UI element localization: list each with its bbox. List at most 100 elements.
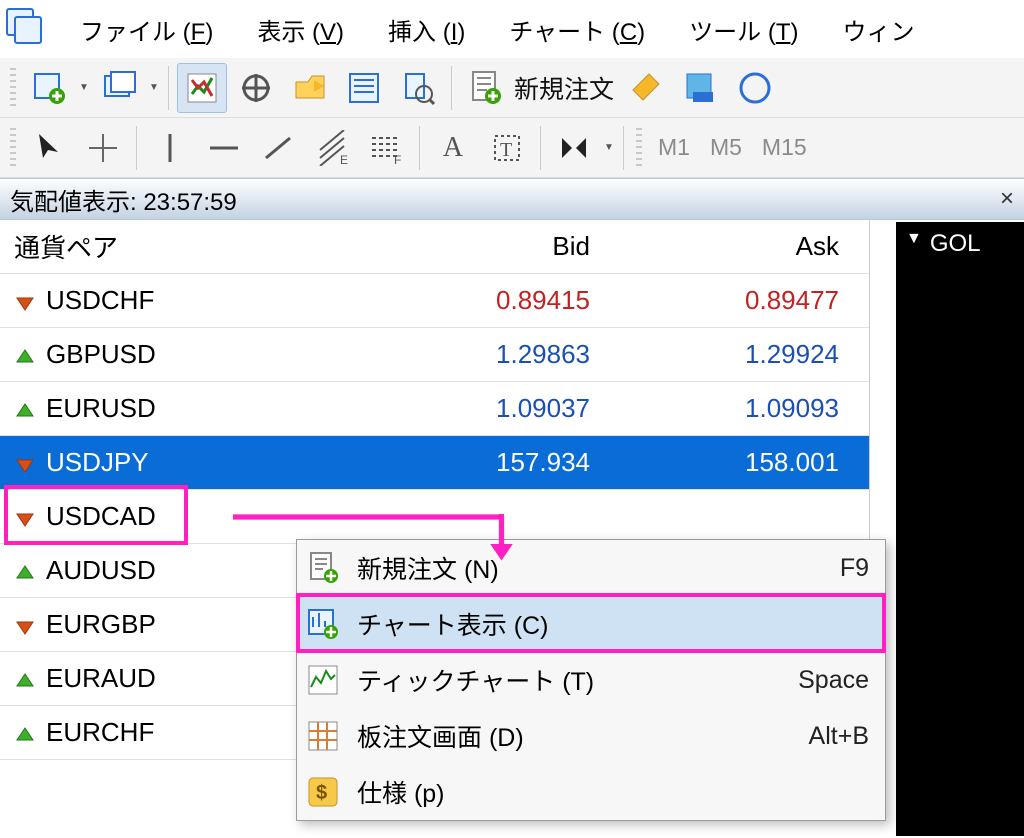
context-item-label: チャート表示 (C) bbox=[357, 606, 855, 642]
context-item-shortcut: Alt+B bbox=[809, 722, 869, 751]
autotrading-button[interactable] bbox=[676, 63, 726, 113]
new-chart-button[interactable] bbox=[24, 63, 74, 113]
new-order-button[interactable] bbox=[460, 63, 510, 113]
equidistant-channel-button[interactable]: E bbox=[307, 123, 357, 173]
new-order-label[interactable]: 新規注文 bbox=[512, 70, 620, 106]
market-watch-header: 気配値表示: 23:57:59 × bbox=[0, 178, 1024, 220]
strategy-tester-button[interactable] bbox=[393, 63, 443, 113]
symbol-label: USDCHF bbox=[46, 285, 154, 316]
symbol-label: USDJPY bbox=[46, 447, 149, 478]
toolbar-grip[interactable] bbox=[636, 128, 642, 168]
arrow-down-icon bbox=[14, 614, 36, 636]
table-row[interactable]: EURUSD 1.090371.09093 bbox=[0, 382, 869, 436]
symbol-label: EURAUD bbox=[46, 663, 156, 694]
mql-button[interactable] bbox=[730, 63, 780, 113]
arrow-up-icon bbox=[14, 560, 36, 582]
chart-panel[interactable]: ▼ GOL bbox=[896, 222, 1024, 836]
svg-text:$: $ bbox=[316, 782, 327, 804]
table-row[interactable]: USDCAD bbox=[0, 490, 869, 544]
fibonacci-button[interactable]: F bbox=[361, 123, 411, 173]
bid-value: 157.934 bbox=[360, 447, 620, 478]
arrow-up-icon bbox=[14, 722, 36, 744]
chart-plus-icon bbox=[303, 604, 343, 644]
symbol-label: EURCHF bbox=[46, 717, 154, 748]
ask-value: 158.001 bbox=[620, 447, 869, 478]
menu-view[interactable]: 表示 (V) bbox=[235, 4, 366, 55]
context-item-shortcut: F9 bbox=[840, 554, 869, 583]
context-item-label: 板注文画面 (D) bbox=[357, 718, 795, 754]
symbol-label: EURGBP bbox=[46, 609, 156, 640]
navigator-button[interactable] bbox=[285, 63, 335, 113]
symbol-label: EURUSD bbox=[46, 393, 156, 424]
chevron-down-icon: ▼ bbox=[906, 230, 922, 248]
context-menu-item[interactable]: $ 仕様 (p) bbox=[297, 764, 885, 820]
svg-text:T: T bbox=[500, 139, 512, 161]
context-menu-item[interactable]: チャート表示 (C) bbox=[297, 596, 885, 652]
text-label-button[interactable]: T bbox=[482, 123, 532, 173]
arrows-button[interactable] bbox=[549, 123, 599, 173]
arrow-up-icon bbox=[14, 398, 36, 420]
arrows-dropdown[interactable] bbox=[601, 123, 617, 173]
symbol-label: GBPUSD bbox=[46, 339, 156, 370]
dollar-icon: $ bbox=[303, 772, 343, 812]
toolbar-grip[interactable] bbox=[10, 68, 16, 108]
vertical-line-button[interactable] bbox=[145, 123, 195, 173]
arrow-down-icon bbox=[14, 506, 36, 528]
context-item-label: 仕様 (p) bbox=[357, 774, 855, 810]
metaeditor-button[interactable] bbox=[622, 63, 672, 113]
context-item-label: ティックチャート (T) bbox=[357, 662, 784, 698]
ask-value: 0.89477 bbox=[620, 285, 869, 316]
table-row[interactable]: USDJPY 157.934158.001 bbox=[0, 436, 869, 490]
timeframe-m1[interactable]: M1 bbox=[648, 134, 700, 161]
terminal-button[interactable] bbox=[339, 63, 389, 113]
symbol-label: USDCAD bbox=[46, 501, 156, 532]
context-menu-item[interactable]: 板注文画面 (D) Alt+B bbox=[297, 708, 885, 764]
trendline-button[interactable] bbox=[253, 123, 303, 173]
context-menu-item[interactable]: 新規注文 (N) F9 bbox=[297, 540, 885, 596]
header-symbol[interactable]: 通貨ペア bbox=[0, 228, 360, 265]
bid-value: 1.29863 bbox=[360, 339, 620, 370]
ask-value: 1.09093 bbox=[620, 393, 869, 424]
table-row[interactable]: GBPUSD 1.298631.29924 bbox=[0, 328, 869, 382]
text-button[interactable]: A bbox=[428, 123, 478, 173]
market-watch-toggle[interactable] bbox=[177, 63, 227, 113]
chart-tab-label: GOL bbox=[930, 230, 981, 258]
arrow-down-icon bbox=[14, 452, 36, 474]
grid-icon bbox=[303, 716, 343, 756]
menu-bar: ファイル (F) 表示 (V) 挿入 (I) チャート (C) ツール (T) … bbox=[0, 0, 1024, 58]
context-item-shortcut: Space bbox=[798, 666, 869, 695]
profiles-button[interactable] bbox=[94, 63, 144, 113]
app-icon bbox=[4, 6, 50, 52]
context-item-label: 新規注文 (N) bbox=[357, 550, 826, 586]
data-window-button[interactable] bbox=[231, 63, 281, 113]
timeframe-m15[interactable]: M15 bbox=[752, 134, 817, 161]
bid-value: 1.09037 bbox=[360, 393, 620, 424]
header-bid[interactable]: Bid bbox=[360, 231, 620, 262]
tick-icon bbox=[303, 660, 343, 700]
table-row[interactable]: USDCHF0.894150.89477 bbox=[0, 274, 869, 328]
profiles-dropdown[interactable] bbox=[146, 63, 162, 113]
symbol-label: AUDUSD bbox=[46, 555, 156, 586]
menu-window[interactable]: ウィン bbox=[821, 4, 937, 55]
doc-plus-icon bbox=[303, 548, 343, 588]
menu-insert[interactable]: 挿入 (I) bbox=[366, 4, 487, 55]
context-menu: 新規注文 (N)F9チャート表示 (C)ティックチャート (T)Space板注文… bbox=[296, 539, 886, 821]
horizontal-line-button[interactable] bbox=[199, 123, 249, 173]
menu-tools[interactable]: ツール (T) bbox=[667, 4, 820, 55]
arrow-down-icon bbox=[14, 290, 36, 312]
toolbar-grip[interactable] bbox=[10, 128, 16, 168]
crosshair-button[interactable] bbox=[78, 123, 128, 173]
arrow-up-icon bbox=[14, 344, 36, 366]
cursor-button[interactable] bbox=[24, 123, 74, 173]
header-ask[interactable]: Ask bbox=[620, 231, 869, 262]
svg-text:F: F bbox=[394, 153, 401, 166]
timeframe-m5[interactable]: M5 bbox=[700, 134, 752, 161]
menu-file[interactable]: ファイル (F) bbox=[58, 4, 235, 55]
new-chart-dropdown[interactable] bbox=[76, 63, 92, 113]
table-header-row: 通貨ペア Bid Ask bbox=[0, 220, 869, 274]
ask-value: 1.29924 bbox=[620, 339, 869, 370]
close-icon[interactable]: × bbox=[1000, 185, 1014, 213]
arrow-up-icon bbox=[14, 668, 36, 690]
menu-chart[interactable]: チャート (C) bbox=[487, 4, 667, 55]
context-menu-item[interactable]: ティックチャート (T) Space bbox=[297, 652, 885, 708]
